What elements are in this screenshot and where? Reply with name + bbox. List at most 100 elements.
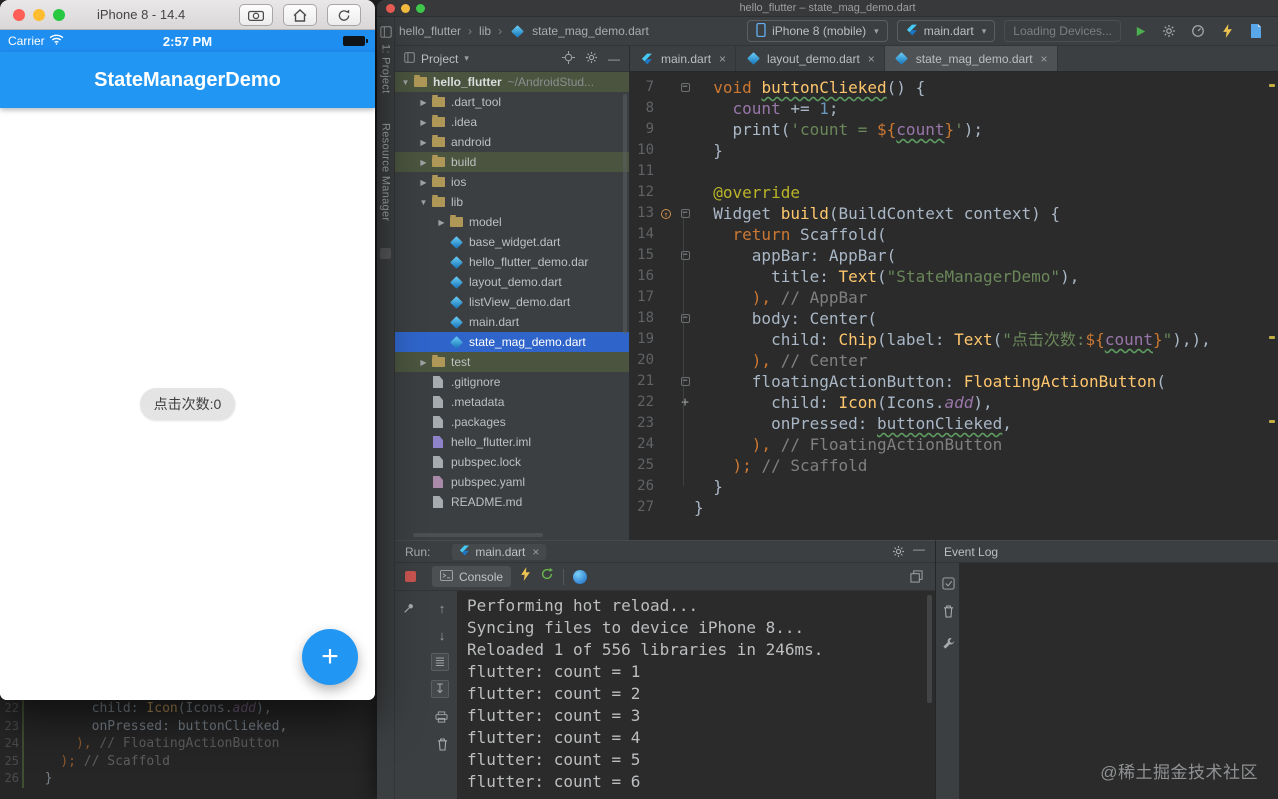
console-output[interactable]: Performing hot reload... Syncing files to…: [457, 591, 935, 799]
hot-restart-button[interactable]: [540, 567, 554, 586]
screenshot-button[interactable]: [239, 4, 273, 26]
tree-vertical-scrollbar[interactable]: [623, 94, 627, 334]
tree-item-base_widget.dart[interactable]: base_widget.dart: [395, 232, 629, 252]
file-icon: [430, 416, 446, 428]
ide-titlebar[interactable]: hello_flutter – state_mag_demo.dart: [377, 0, 1278, 17]
device-selector[interactable]: iPhone 8 (mobile) ▾: [747, 20, 888, 42]
fab-add-button[interactable]: +: [302, 629, 358, 685]
terminal-icon: [440, 569, 453, 584]
warning-stripe-mark[interactable]: [1269, 420, 1275, 423]
rotate-button[interactable]: [327, 4, 361, 26]
tree-item-pubspec.yaml[interactable]: pubspec.yaml: [395, 472, 629, 492]
tree-item-state_mag_demo.dart[interactable]: state_mag_demo.dart: [395, 332, 629, 352]
fold-marker-icon: −: [680, 313, 690, 323]
warning-stripe-mark[interactable]: [1269, 84, 1275, 87]
editor-tab-state_mag_demo.dart[interactable]: state_mag_demo.dart ×: [884, 46, 1058, 71]
clear-events-icon[interactable]: [940, 603, 956, 619]
code-text: ); // Scaffold: [732, 456, 868, 475]
tree-item-.dart_tool[interactable]: ▶ .dart_tool: [395, 92, 629, 112]
breadcrumb-item-lib[interactable]: lib: [479, 24, 491, 38]
down-stack-trace-icon[interactable]: ↓: [433, 626, 451, 644]
breadcrumb-item-state_mag_demo.dart[interactable]: state_mag_demo.dart: [532, 24, 649, 38]
tool-strip-resource-manager[interactable]: Resource Manager: [380, 123, 392, 221]
close-tab-icon[interactable]: ×: [719, 52, 726, 66]
minimize-button[interactable]: [33, 9, 45, 21]
console-line: flutter: count = 4: [467, 728, 641, 747]
soft-wrap-icon[interactable]: ≣: [431, 653, 449, 671]
console-tab[interactable]: Console: [432, 566, 512, 587]
tree-item-build[interactable]: ▶ build: [395, 152, 629, 172]
warning-stripe-mark[interactable]: [1269, 336, 1275, 339]
console-scrollbar[interactable]: [927, 595, 932, 703]
tree-item-label: test: [451, 355, 471, 369]
settings-button[interactable]: [585, 51, 598, 67]
open-devtools-button[interactable]: [573, 569, 588, 584]
scroll-to-end-icon[interactable]: ↧: [431, 680, 449, 698]
restore-layout-button[interactable]: [910, 570, 923, 588]
tree-item-test[interactable]: ▶ test: [395, 352, 629, 372]
gutter: [656, 119, 676, 140]
tool-window-icon[interactable]: [380, 247, 391, 259]
simulator-titlebar[interactable]: iPhone 8 - 14.4: [0, 0, 375, 30]
close-tab-icon[interactable]: ×: [1041, 52, 1048, 66]
stop-button[interactable]: [405, 571, 416, 582]
locate-file-button[interactable]: [562, 50, 575, 67]
run-config-selector[interactable]: main.dart ▾: [896, 20, 996, 42]
project-tool-window-icon[interactable]: [379, 26, 392, 38]
hide-panel-button[interactable]: —: [608, 52, 620, 66]
run-tab-main-dart[interactable]: main.dart ×: [452, 543, 547, 560]
tree-horizontal-scrollbar[interactable]: [413, 533, 543, 537]
close-tab-icon[interactable]: ×: [868, 52, 875, 66]
code-line-16: 16 title: Text("StateManagerDemo"),: [630, 266, 1278, 287]
gutter: [656, 392, 676, 413]
code-editor[interactable]: 7− void buttonClieked() {8 count += 1; 9 …: [630, 72, 1278, 540]
background-code-line-24: 24 ), // FloatingActionButton: [0, 735, 380, 753]
file-icon: [430, 456, 446, 468]
chevron-down-icon: ▼: [419, 197, 428, 207]
code-line-12: 12 @override: [630, 182, 1278, 203]
attach-debugger-button[interactable]: [1159, 21, 1179, 41]
close-button[interactable]: [13, 9, 25, 21]
hide-run-panel-button[interactable]: —: [913, 542, 925, 556]
tree-item-hello_flutter[interactable]: ▼ hello_flutter ~/AndroidStud...: [395, 72, 629, 92]
profiler-button[interactable]: [1188, 21, 1208, 41]
filter-events-icon[interactable]: [940, 575, 956, 591]
hot-reload-button[interactable]: [1217, 21, 1237, 41]
code-text: count += 1;: [732, 99, 839, 118]
tree-item-pubspec.lock[interactable]: pubspec.lock: [395, 452, 629, 472]
project-panel-title[interactable]: Project: [421, 52, 458, 66]
clear-console-icon[interactable]: [433, 735, 451, 753]
tree-item-.idea[interactable]: ▶ .idea: [395, 112, 629, 132]
pin-icon[interactable]: [400, 599, 418, 617]
tree-item-.packages[interactable]: .packages: [395, 412, 629, 432]
home-button[interactable]: [283, 4, 317, 26]
editor-tab-main.dart[interactable]: main.dart ×: [630, 46, 737, 71]
close-icon[interactable]: ×: [532, 545, 539, 559]
tool-strip-project[interactable]: 1: Project: [380, 44, 392, 93]
project-view-icon: [404, 51, 415, 66]
code-line-8: 8 count += 1;: [630, 98, 1278, 119]
hot-reload-button[interactable]: [520, 567, 531, 586]
devtools-button[interactable]: [1246, 21, 1266, 41]
tree-item-README.md[interactable]: README.md: [395, 492, 629, 512]
event-log-settings-icon[interactable]: [940, 635, 956, 651]
tree-item-lib[interactable]: ▼ lib: [395, 192, 629, 212]
event-log-header[interactable]: Event Log: [936, 541, 1278, 563]
tree-item-hello_flutter.iml[interactable]: hello_flutter.iml: [395, 432, 629, 452]
tree-item-.gitignore[interactable]: .gitignore: [395, 372, 629, 392]
tree-item-model[interactable]: ▶ model: [395, 212, 629, 232]
editor-tab-layout_demo.dart[interactable]: layout_demo.dart ×: [736, 46, 885, 71]
tree-item-android[interactable]: ▶ android: [395, 132, 629, 152]
tree-item-layout_demo.dart[interactable]: layout_demo.dart: [395, 272, 629, 292]
up-stack-trace-icon[interactable]: ↑: [433, 599, 451, 617]
breadcrumb-item-hello_flutter[interactable]: hello_flutter: [399, 24, 461, 38]
tree-item-hello_flutter_demo.dar[interactable]: hello_flutter_demo.dar: [395, 252, 629, 272]
print-icon[interactable]: [432, 708, 450, 726]
tree-item-listView_demo.dart[interactable]: listView_demo.dart: [395, 292, 629, 312]
tree-item-ios[interactable]: ▶ ios: [395, 172, 629, 192]
tree-item-main.dart[interactable]: main.dart: [395, 312, 629, 332]
tree-item-.metadata[interactable]: .metadata: [395, 392, 629, 412]
run-button[interactable]: [1130, 21, 1150, 41]
zoom-button[interactable]: [53, 9, 65, 21]
run-settings-button[interactable]: [892, 545, 905, 561]
